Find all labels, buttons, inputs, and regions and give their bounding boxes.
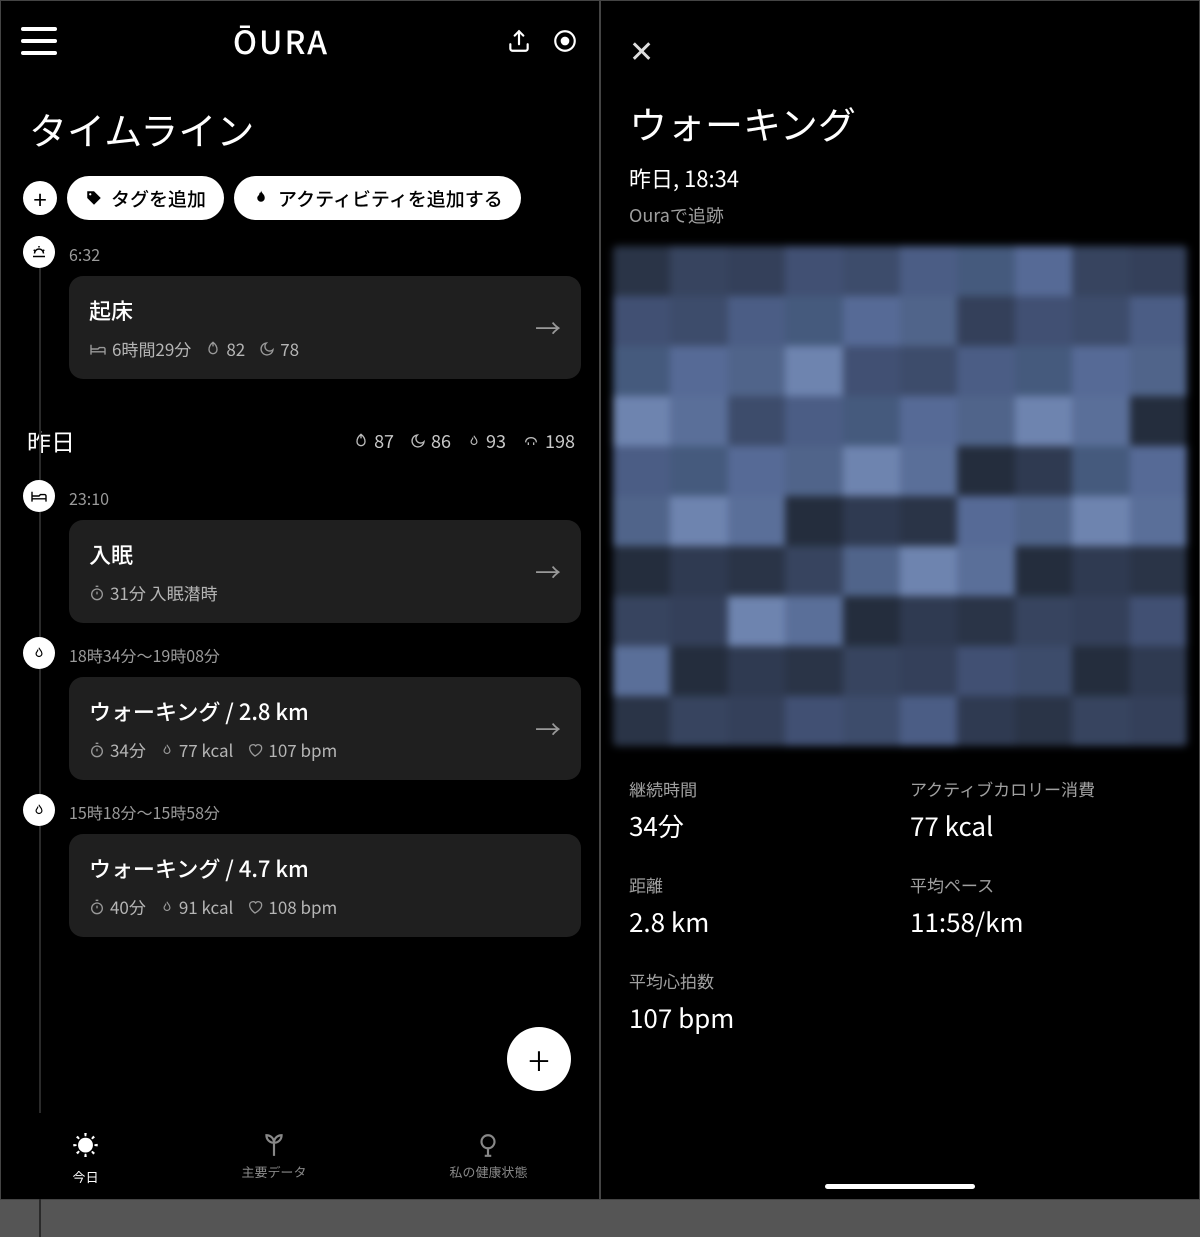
bottom-nav: ☀ 今日 主要データ 私の健康状態: [1, 1113, 599, 1199]
nav-today[interactable]: ☀ 今日: [72, 1126, 98, 1186]
wake-card[interactable]: 起床 6時間29分 82 78 →: [69, 276, 581, 379]
event-time: 6:32: [69, 242, 581, 266]
timeline-event-wake: 6:32 起床 6時間29分 82 78 →: [23, 236, 581, 379]
chevron-right-icon: →: [535, 710, 561, 747]
moon-icon: [259, 341, 275, 357]
timeline-event-walk-1: 18時34分〜19時08分 ウォーキング / 2.8 km 34分 77 kca…: [23, 637, 581, 780]
card-title: 入眠: [89, 538, 218, 570]
timeline-event-walk-2: 15時18分〜15時58分 ウォーキング / 4.7 km 40分 91 kca…: [23, 794, 581, 937]
home-indicator[interactable]: [825, 1184, 975, 1189]
card-title: 起床: [89, 294, 299, 326]
flame-icon: [160, 742, 174, 758]
sleep-onset-card[interactable]: 入眠 31分 入眠潜時 →: [69, 520, 581, 623]
stat-distance: 距離 2.8 km: [629, 872, 890, 940]
stat-calories: アクティブカロリー消費 77 kcal: [910, 776, 1171, 844]
page-title: タイムライン: [1, 81, 599, 176]
day-label: 昨日: [27, 423, 75, 458]
moon-icon: [410, 433, 426, 449]
bed-icon: [89, 342, 107, 356]
stat-duration: 継続時間 34分: [629, 776, 890, 844]
event-time: 23:10: [69, 486, 581, 510]
add-activity-label: アクティビティを追加する: [278, 185, 503, 212]
brand-logo: ŌURA: [233, 18, 329, 64]
tracked-by-label: Ouraで追跡: [601, 196, 1199, 246]
walking-card[interactable]: ウォーキング / 4.7 km 40分 91 kcal 108 bpm: [69, 834, 581, 937]
tag-icon: [85, 189, 103, 207]
chevron-right-icon: →: [535, 309, 561, 346]
heart-icon: [247, 742, 263, 758]
stat-pace: 平均ペース 11:58/km: [910, 872, 1171, 940]
header: ŌURA: [1, 1, 599, 81]
route-map-placeholder: [613, 246, 1187, 746]
fab-add-button[interactable]: +: [507, 1027, 571, 1091]
timeline: 6:32 起床 6時間29分 82 78 → 昨日: [1, 236, 599, 937]
activity-detail-screen: ✕ ウォーキング 昨日, 18:34 Ouraで追跡 継続時間 34分 アクティ…: [600, 0, 1200, 1200]
flame-icon: [467, 433, 481, 449]
stat-avg-hr: 平均心拍数 107 bpm: [629, 968, 890, 1036]
timeline-screen: ŌURA タイムライン + タグを追加 アクティビティを追加する: [0, 0, 600, 1200]
stopwatch-icon: [89, 899, 105, 915]
event-time: 15時18分〜15時58分: [69, 800, 581, 824]
card-title: ウォーキング / 2.8 km: [89, 695, 337, 727]
bed-icon: [23, 480, 55, 512]
sunrise-icon: [23, 236, 55, 268]
sun-icon: ☀: [72, 1126, 98, 1163]
sprout-icon: [261, 1132, 287, 1158]
action-chips-row: + タグを追加 アクティビティを追加する: [1, 176, 599, 236]
stopwatch-icon: [89, 585, 105, 601]
activity-timestamp: 昨日, 18:34: [601, 160, 1199, 196]
nav-health[interactable]: 私の健康状態: [449, 1132, 527, 1181]
target-icon[interactable]: [551, 27, 579, 55]
close-icon[interactable]: ✕: [601, 1, 1199, 77]
add-activity-chip[interactable]: アクティビティを追加する: [234, 176, 521, 220]
readiness-icon: [353, 433, 369, 449]
walking-card[interactable]: ウォーキング / 2.8 km 34分 77 kcal 107 bpm →: [69, 677, 581, 780]
add-tag-chip[interactable]: タグを追加: [67, 176, 224, 220]
timeline-event-sleep: 23:10 入眠 31分 入眠潜時 →: [23, 480, 581, 623]
menu-icon[interactable]: [21, 27, 57, 55]
stopwatch-icon: [89, 742, 105, 758]
flame-icon: [252, 187, 270, 209]
activity-title: ウォーキング: [601, 77, 1199, 160]
activity-stats-grid: 継続時間 34分 アクティブカロリー消費 77 kcal 距離 2.8 km 平…: [601, 746, 1199, 1056]
heart-icon: [247, 899, 263, 915]
share-icon[interactable]: [505, 27, 533, 55]
day-header-yesterday: 昨日 87 86 93 198: [23, 393, 581, 480]
add-button[interactable]: +: [23, 181, 57, 215]
nav-vitals[interactable]: 主要データ: [241, 1132, 306, 1181]
card-title: ウォーキング / 4.7 km: [89, 852, 337, 884]
flame-icon: [23, 794, 55, 826]
tree-icon: [475, 1132, 501, 1158]
readiness-icon: [205, 341, 221, 357]
resilience-icon: [522, 433, 540, 449]
flame-icon: [160, 899, 174, 915]
event-time: 18時34分〜19時08分: [69, 643, 581, 667]
chevron-right-icon: →: [535, 553, 561, 590]
add-tag-label: タグを追加: [111, 185, 206, 212]
flame-icon: [23, 637, 55, 669]
